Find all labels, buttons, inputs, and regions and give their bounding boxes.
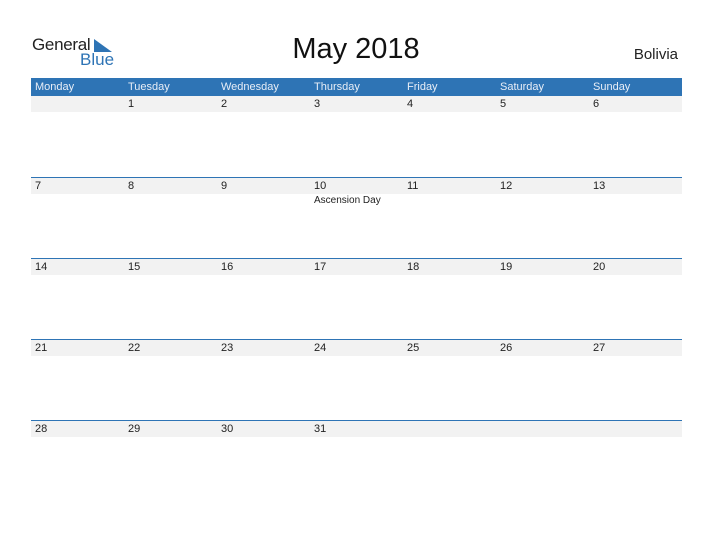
- day-number: [31, 96, 124, 112]
- day-number: 14: [35, 261, 48, 273]
- day-number: 19: [500, 261, 513, 273]
- day-number: 24: [314, 342, 327, 354]
- week-row: 1 2 3 4 5 6: [31, 96, 682, 177]
- day-number: 8: [128, 180, 135, 192]
- day-number: 21: [35, 342, 48, 354]
- day-number-strip: 21 22 23 24 25 26 27: [31, 340, 682, 356]
- day-number: 10: [314, 180, 327, 192]
- day-number: 22: [128, 342, 141, 354]
- day-number: 28: [35, 423, 48, 435]
- weekday-friday: Friday: [407, 81, 438, 93]
- holiday-label: [31, 194, 124, 207]
- day-number: 9: [221, 180, 228, 192]
- weekday-sunday: Sunday: [593, 81, 631, 93]
- day-number-strip: 1 2 3 4 5 6: [31, 96, 682, 112]
- day-number: 27: [593, 342, 606, 354]
- day-number: 26: [500, 342, 513, 354]
- day-number: [589, 421, 682, 437]
- day-number: 5: [500, 98, 507, 110]
- holiday-label: [403, 194, 496, 207]
- day-number: 20: [593, 261, 606, 273]
- calendar-title: May 2018: [292, 33, 420, 65]
- day-number: 25: [407, 342, 420, 354]
- weekday-monday: Monday: [35, 81, 75, 93]
- day-number: 7: [35, 180, 42, 192]
- day-number: 30: [221, 423, 234, 435]
- weekday-header: Monday Tuesday Wednesday Thursday Friday…: [31, 78, 682, 96]
- day-number: 12: [500, 180, 513, 192]
- holiday-label: [124, 194, 217, 207]
- day-number: [496, 421, 589, 437]
- weekday-thursday: Thursday: [314, 81, 360, 93]
- day-number: 1: [128, 98, 135, 110]
- day-number: [403, 421, 496, 437]
- day-number-strip: 14 15 16 17 18 19 20: [31, 259, 682, 275]
- holiday-label: [589, 194, 682, 207]
- day-number: 13: [593, 180, 606, 192]
- day-number-strip: 28 29 30 31: [31, 421, 682, 437]
- weekday-saturday: Saturday: [500, 81, 545, 93]
- holiday-label: [496, 194, 589, 207]
- day-number: 16: [221, 261, 234, 273]
- day-number: 29: [128, 423, 141, 435]
- week-row: 14 15 16 17 18 19 20: [31, 258, 682, 340]
- holiday-label: [217, 194, 310, 207]
- day-number: 3: [314, 98, 321, 110]
- day-number-strip: 7 8 9 10 11 12 13: [31, 178, 682, 194]
- country-label: Bolivia: [633, 46, 678, 63]
- week-row: 7 8 9 10 11 12 13 Ascension Day: [31, 177, 682, 259]
- weekday-tuesday: Tuesday: [128, 81, 170, 93]
- day-number: 15: [128, 261, 141, 273]
- week-row: 21 22 23 24 25 26 27: [31, 339, 682, 421]
- holiday-label: Ascension Day: [314, 195, 381, 206]
- day-number: 31: [314, 423, 327, 435]
- week-row: 28 29 30 31: [31, 420, 682, 502]
- day-number: 4: [407, 98, 414, 110]
- event-row: Ascension Day: [31, 194, 682, 207]
- day-number: 17: [314, 261, 327, 273]
- day-number: 18: [407, 261, 420, 273]
- day-number: 11: [407, 180, 419, 192]
- day-number: 23: [221, 342, 234, 354]
- weekday-wednesday: Wednesday: [221, 81, 279, 93]
- day-number: 2: [221, 98, 228, 110]
- day-number: 6: [593, 98, 600, 110]
